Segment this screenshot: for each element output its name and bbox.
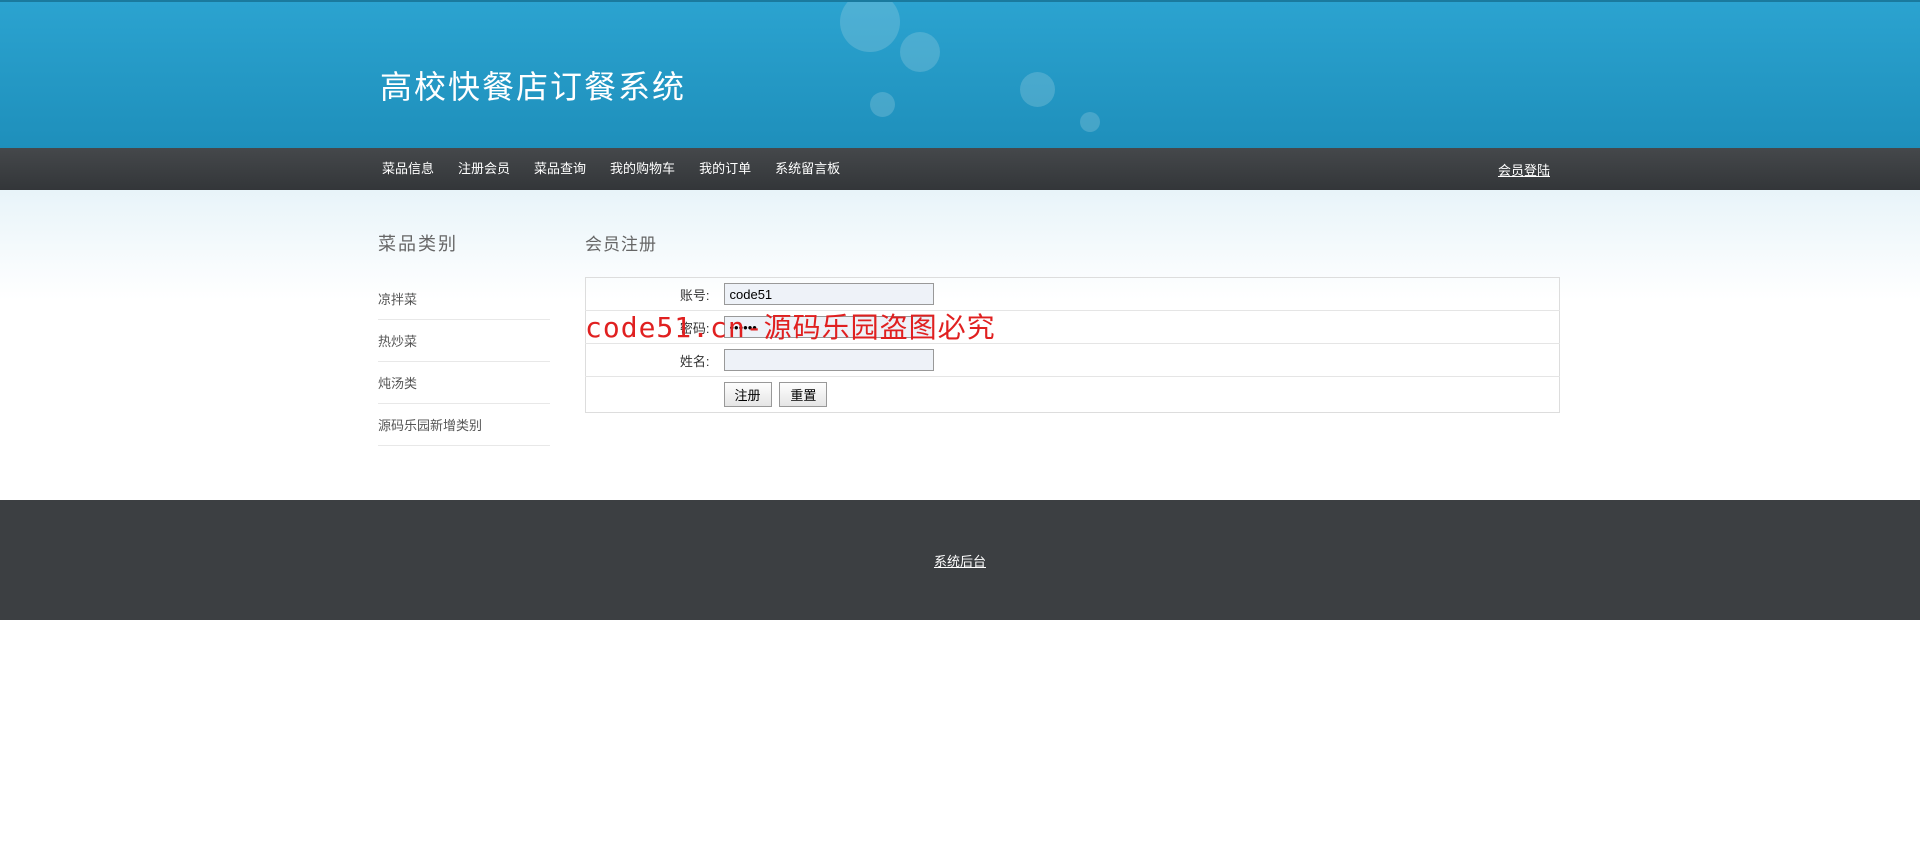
nav-item-dishes[interactable]: 菜品信息 bbox=[370, 148, 446, 190]
nav-item-register[interactable]: 注册会员 bbox=[446, 148, 522, 190]
site-title: 高校快餐店订餐系统 bbox=[380, 62, 686, 108]
category-item-cold[interactable]: 凉拌菜 bbox=[378, 278, 550, 320]
sidebar-title: 菜品类别 bbox=[378, 230, 550, 256]
category-list: 凉拌菜 热炒菜 炖汤类 源码乐园新增类别 bbox=[378, 278, 550, 446]
main-nav: 菜品信息 注册会员 菜品查询 我的购物车 我的订单 系统留言板 会员登陆 bbox=[0, 148, 1920, 190]
login-link[interactable]: 会员登陆 bbox=[1498, 163, 1550, 178]
sidebar: 菜品类别 凉拌菜 热炒菜 炖汤类 源码乐园新增类别 bbox=[360, 230, 550, 446]
nav-item-search[interactable]: 菜品查询 bbox=[522, 148, 598, 190]
label-password: 密码: bbox=[586, 311, 716, 344]
password-input[interactable] bbox=[724, 316, 934, 338]
nav-left: 菜品信息 注册会员 菜品查询 我的购物车 我的订单 系统留言板 bbox=[370, 148, 852, 190]
nav-item-orders[interactable]: 我的订单 bbox=[687, 148, 763, 190]
admin-link[interactable]: 系统后台 bbox=[934, 551, 986, 570]
page-title: 会员注册 bbox=[585, 230, 1560, 255]
register-form: 账号: 密码: 姓名: bbox=[585, 277, 1560, 413]
username-input[interactable] bbox=[724, 283, 934, 305]
category-item-hot[interactable]: 热炒菜 bbox=[378, 320, 550, 362]
nav-item-messages[interactable]: 系统留言板 bbox=[763, 148, 852, 190]
realname-input[interactable] bbox=[724, 349, 934, 371]
label-username: 账号: bbox=[586, 278, 716, 311]
site-header: 高校快餐店订餐系统 bbox=[0, 0, 1920, 148]
reset-button[interactable]: 重置 bbox=[779, 382, 827, 407]
label-realname: 姓名: bbox=[586, 344, 716, 377]
category-item-new[interactable]: 源码乐园新增类别 bbox=[378, 404, 550, 446]
category-item-soup[interactable]: 炖汤类 bbox=[378, 362, 550, 404]
main-content: 会员注册 账号: 密码: 姓名: bbox=[585, 230, 1560, 446]
submit-button[interactable]: 注册 bbox=[724, 382, 772, 407]
nav-item-cart[interactable]: 我的购物车 bbox=[598, 148, 687, 190]
site-footer: 系统后台 bbox=[0, 500, 1920, 620]
